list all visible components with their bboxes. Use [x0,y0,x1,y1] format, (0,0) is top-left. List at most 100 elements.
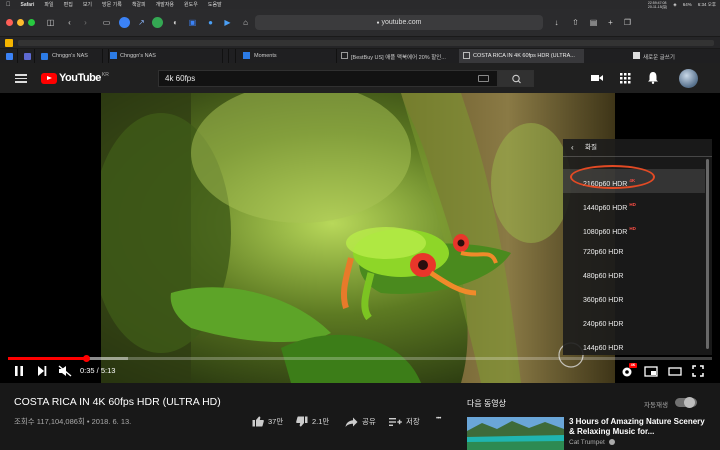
menu-edit[interactable]: 편집 [64,1,73,8]
create-video-icon[interactable] [590,72,604,84]
tab-nas[interactable]: Chnggn's NAS [35,49,103,63]
like-button[interactable]: 37만 [252,416,283,427]
verified-check-icon [608,439,615,445]
avatar[interactable] [679,69,698,88]
battery-percent[interactable]: 64% [683,2,692,7]
menubar-clock[interactable]: 6:34 오후 [698,2,716,8]
autoplay-toggle-knob [684,397,695,408]
miniplayer-icon[interactable] [644,365,658,377]
evernote-icon[interactable] [152,17,163,28]
share-icon[interactable]: ⇧ [570,17,581,28]
back-icon[interactable]: ‹ [64,17,75,28]
sidebar-icon[interactable]: ◫ [45,17,56,28]
quality-option-240p60[interactable]: 240p60 HDR [563,313,705,337]
forward-icon[interactable]: › [80,17,91,28]
recommended-channel[interactable]: Cat Trumpet [569,439,615,446]
close-window-button[interactable] [6,19,13,26]
tab-bestbuy[interactable]: [BestBuy US] 애플 맥북에어 20% 할인... [337,49,458,63]
menu-history[interactable]: 방문 기록 [102,1,122,8]
tab-costa-rica-active[interactable]: COSTA RICA IN 4K 60fps HDR (ULTRA... [459,49,584,63]
extension-video-icon[interactable]: ▶ [222,17,233,28]
autoplay-label: 자동재생 [644,402,668,409]
tab-new-post[interactable]: 새로운 글쓰기 [584,49,720,63]
quality-option-1080p60[interactable]: 1080p60 HDRHD [563,217,705,241]
quality-option-360p60[interactable]: 360p60 HDR [563,289,705,313]
playlist-add-icon [389,417,402,426]
notification-bell-icon[interactable] [647,71,659,84]
menubar-status-area: 22:59:47:08 20-11-15(일) ◈ 64% 6:34 오후 [648,0,716,9]
quality-badge: HD [629,226,636,231]
lock-icon: ● [376,20,380,26]
mute-icon[interactable] [58,365,72,377]
youtube-logo[interactable]: YouTube KR [41,72,109,84]
quality-option-144p60[interactable]: 144p60 HDR [563,337,705,355]
youtube-wordmark: YouTube [59,72,101,84]
status-datetime: 22:59:47:08 20-11-15(일) [648,1,667,9]
watch-info-area: COSTA RICA IN 4K 60fps HDR (ULTRA HD) 조회… [0,383,720,450]
shield-icon[interactable]: ◐ [170,17,181,28]
address-bar[interactable]: ● youtube.com [255,15,543,30]
wifi-icon[interactable]: ◈ [673,2,676,8]
tab-nas-abs[interactable]: Chnggn's NAS [102,49,222,63]
extension-blue-icon[interactable] [119,17,130,28]
video-frame[interactable] [101,93,615,383]
search-input[interactable]: 4k 60fps [158,70,498,87]
quality-option-label: 720p60 HDR [583,249,624,256]
quality-option-480p60[interactable]: 480p60 HDR [563,265,705,289]
tab-pinned-1[interactable] [0,49,18,63]
tab-label: Moments [254,53,277,59]
menu-file[interactable]: 파일 [44,1,53,8]
recommended-video-title[interactable]: 3 Hours of Amazing Nature Scenery & Rela… [569,417,709,437]
menu-icon[interactable] [15,72,27,84]
extension-arrow-icon[interactable]: ↗ [136,17,147,28]
fullscreen-icon[interactable] [692,365,704,377]
video-view-count-date: 조회수 117,104,086회 • 2018. 6. 13. [14,417,132,426]
more-actions-icon[interactable]: ••• [436,416,441,422]
minimize-window-button[interactable] [17,19,24,26]
search-button[interactable] [498,70,534,87]
autoplay-toggle[interactable] [675,397,697,408]
quality-option-720p60[interactable]: 720p60 HDR [563,241,705,265]
extension-square-icon[interactable]: ▣ [187,17,198,28]
progress-scrubber-handle[interactable] [83,355,91,362]
quality-menu-header[interactable]: ‹ 화질 [563,139,712,157]
menu-bookmarks[interactable]: 책갈피 [132,1,146,8]
status-date: 20-11-15(일) [647,4,668,9]
camera-icon[interactable]: ● [205,17,216,28]
bookmark-folder-icon[interactable] [5,39,13,47]
next-video-icon[interactable] [36,365,48,377]
recommended-thumbnail[interactable] [467,417,564,450]
quality-menu-scrollbar[interactable] [706,159,709,349]
new-tab-icon[interactable]: + [605,17,616,28]
video-player[interactable]: ‹ 화질 2160p60 HDR4K 1440p60 HDRHD 1080p60 … [0,93,720,383]
apple-icon[interactable]:  [6,2,11,8]
keyboard-icon[interactable] [478,75,489,82]
home-icon[interactable]: ⌂ [240,17,251,28]
menu-view[interactable]: 보기 [83,1,92,8]
dislike-button[interactable]: 2.1만 [296,416,329,427]
menu-help[interactable]: 도움말 [208,1,222,8]
pause-icon[interactable] [13,365,25,377]
tab-pinned-2[interactable] [18,49,35,63]
zoom-window-button[interactable] [28,19,35,26]
progress-bar[interactable] [8,355,712,362]
share-button[interactable]: 공유 [345,416,376,427]
theater-mode-icon[interactable] [668,365,682,377]
tab-moments-abs[interactable]: Moments [234,49,334,63]
thumbs-down-icon [296,416,308,427]
save-button[interactable]: 저장 [389,416,420,427]
tab-label: 새로운 글쓰기 [643,55,675,61]
printer-icon[interactable]: ▤ [588,17,599,28]
tab-overview-icon[interactable]: ❐ [622,17,633,28]
menu-app-name[interactable]: Safari [21,2,35,8]
video-title: COSTA RICA IN 4K 60fps HDR (ULTRA HD) [14,396,221,408]
tab-favicon [243,52,250,59]
quality-option-1440p60[interactable]: 1440p60 HDRHD [563,193,705,217]
menu-window[interactable]: 윈도우 [184,1,198,8]
extension-sidebar-icon[interactable]: ▭ [101,17,112,28]
recommended-channel-name: Cat Trumpet [569,439,605,446]
download-icon[interactable]: ↓ [551,17,562,28]
apps-grid-icon[interactable] [619,72,631,84]
quality-option-label: 360p60 HDR [583,297,624,304]
menu-developer[interactable]: 개발자용 [156,1,174,8]
